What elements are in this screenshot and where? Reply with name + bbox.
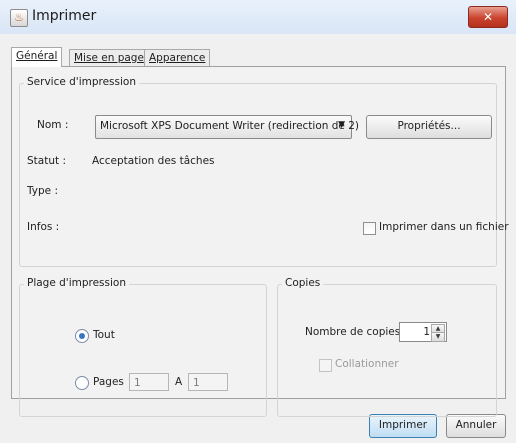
print-range-group: Plage d'impression Tout Pages 1 A 1 bbox=[19, 277, 267, 417]
page-from-field[interactable]: 1 bbox=[129, 373, 169, 391]
close-button[interactable]: ✕ bbox=[468, 6, 508, 28]
chevron-down-icon: ▼ bbox=[338, 120, 345, 130]
tab-apparence[interactable]: Apparence bbox=[144, 49, 211, 66]
info-label: Infos : bbox=[27, 221, 60, 233]
print-to-file-checkbox[interactable] bbox=[363, 222, 376, 235]
tab-label: Apparence bbox=[149, 52, 206, 64]
tab-label: Mise en page bbox=[74, 52, 144, 64]
status-value: Acceptation des tâches bbox=[92, 155, 215, 167]
page-range-radio[interactable] bbox=[75, 376, 89, 390]
java-app-icon: ♨ bbox=[10, 9, 28, 27]
printer-name-label: Nom : bbox=[37, 119, 69, 131]
tab-mise-en-page[interactable]: Mise en page bbox=[69, 49, 149, 66]
all-pages-radio[interactable] bbox=[75, 329, 89, 343]
copies-count-label: Nombre de copies : bbox=[305, 326, 408, 338]
copies-legend: Copies bbox=[282, 277, 324, 289]
printer-select-value: Microsoft XPS Document Writer (redirecti… bbox=[100, 120, 359, 132]
page-to-field[interactable]: 1 bbox=[188, 373, 228, 391]
radio-selected-dot bbox=[79, 333, 85, 339]
page-to-label: A bbox=[175, 376, 183, 388]
status-label: Statut : bbox=[27, 155, 66, 167]
print-service-group: Service d'impression Nom : Microsoft XPS… bbox=[19, 76, 509, 267]
tab-label: Général bbox=[16, 50, 58, 62]
print-service-legend: Service d'impression bbox=[24, 76, 139, 88]
copies-count-value: 1 bbox=[423, 326, 430, 338]
print-to-file-label[interactable]: Imprimer dans un fichier bbox=[379, 221, 509, 233]
cancel-button[interactable]: Annuler bbox=[446, 414, 506, 438]
tab-general[interactable]: Général bbox=[11, 47, 63, 67]
window-title: Imprimer bbox=[32, 8, 97, 24]
properties-button[interactable]: Propriétés... bbox=[366, 115, 492, 139]
type-label: Type : bbox=[27, 185, 58, 197]
page-range-label[interactable]: Pages bbox=[93, 376, 124, 388]
spin-down-icon[interactable]: ▼ bbox=[431, 332, 445, 342]
dialog-body: Général Mise en page Apparence Service d… bbox=[0, 34, 516, 443]
print-range-legend: Plage d'impression bbox=[24, 277, 129, 289]
copies-group: Copies Nombre de copies : 1 ▲ ▼ Collatio… bbox=[277, 277, 497, 417]
printer-select[interactable]: Microsoft XPS Document Writer (redirecti… bbox=[95, 115, 359, 139]
copies-spinner[interactable]: 1 ▲ ▼ bbox=[399, 322, 447, 342]
general-tab-panel: Service d'impression Nom : Microsoft XPS… bbox=[11, 66, 509, 417]
all-pages-label[interactable]: Tout bbox=[93, 329, 115, 341]
collate-checkbox[interactable] bbox=[319, 359, 332, 372]
collate-label[interactable]: Collationner bbox=[335, 358, 399, 370]
print-button[interactable]: Imprimer bbox=[369, 414, 437, 438]
title-bar: ♨ Imprimer ✕ bbox=[0, 0, 516, 35]
